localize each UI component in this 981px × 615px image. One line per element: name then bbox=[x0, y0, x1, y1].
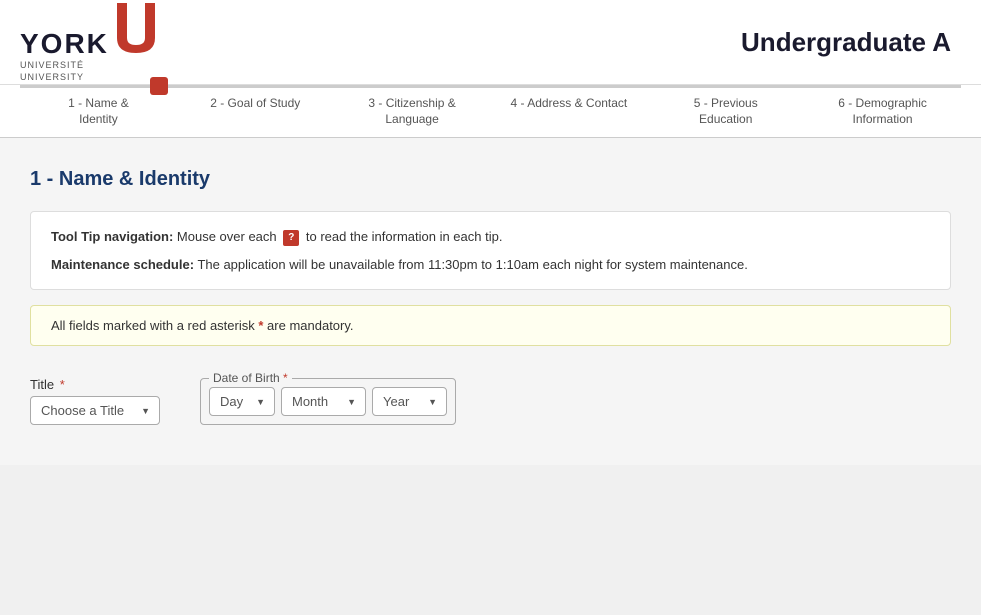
logo-sub2: UNIVERSITY bbox=[20, 72, 155, 82]
dob-day-wrapper[interactable]: Day bbox=[209, 387, 275, 416]
tooltip-nav-desc1: Mouse over each bbox=[177, 229, 280, 244]
logo-text: YORK bbox=[20, 28, 109, 59]
dob-month-select[interactable]: Month bbox=[281, 387, 366, 416]
mandatory-box: All fields marked with a red asterisk * … bbox=[30, 305, 951, 346]
dob-required-marker: * bbox=[280, 371, 288, 385]
dob-year-select[interactable]: Year bbox=[372, 387, 447, 416]
step-6-label: 6 - DemographicInformation bbox=[804, 96, 961, 127]
progress-step-5[interactable]: 5 - PreviousEducation bbox=[647, 96, 804, 127]
dob-legend: Date of Birth * bbox=[209, 371, 292, 385]
page-title: Undergraduate A bbox=[741, 27, 961, 58]
maintenance-label: Maintenance schedule: bbox=[51, 257, 194, 272]
tooltip-icon: ? bbox=[283, 230, 299, 246]
mandatory-asterisk: * bbox=[258, 318, 263, 333]
step-2-label: 2 - Goal of Study bbox=[177, 96, 334, 112]
dob-fieldset: Date of Birth * Day Month bbox=[200, 371, 456, 425]
title-form-group: Title * Choose a Title Mr. Mrs. Ms. Dr. … bbox=[30, 377, 160, 425]
info-box: Tool Tip navigation: Mouse over each ? t… bbox=[30, 211, 951, 290]
mandatory-text-before: All fields marked with a red asterisk bbox=[51, 318, 258, 333]
step-5-label: 5 - PreviousEducation bbox=[647, 96, 804, 127]
logo-area: YORK UNIVERSITÉ UNIVERSITY bbox=[20, 3, 155, 82]
step-3-label: 3 - Citizenship &Language bbox=[334, 96, 491, 127]
tooltip-nav-label: Tool Tip navigation: bbox=[51, 229, 173, 244]
maintenance-text: Maintenance schedule: The application wi… bbox=[51, 255, 930, 275]
dob-form-group: Date of Birth * Day Month bbox=[200, 371, 456, 425]
progress-step-6[interactable]: 6 - DemographicInformation bbox=[804, 96, 961, 127]
title-select-wrapper[interactable]: Choose a Title Mr. Mrs. Ms. Dr. Prof. bbox=[30, 396, 160, 425]
dob-day-select[interactable]: Day bbox=[209, 387, 275, 416]
progress-step-3[interactable]: 3 - Citizenship &Language bbox=[334, 96, 491, 127]
step-1-label: 1 - Name &Identity bbox=[20, 96, 177, 127]
progress-step-1[interactable]: 1 - Name &Identity bbox=[20, 96, 177, 127]
progress-nav: 1 - Name &Identity 2 - Goal of Study 3 -… bbox=[0, 85, 981, 138]
title-label: Title * bbox=[30, 377, 160, 392]
logo-sub1: UNIVERSITÉ bbox=[20, 60, 155, 70]
progress-step-2[interactable]: 2 - Goal of Study bbox=[177, 96, 334, 127]
form-row: Title * Choose a Title Mr. Mrs. Ms. Dr. … bbox=[30, 371, 951, 425]
progress-step-4[interactable]: 4 - Address & Contact bbox=[490, 96, 647, 127]
progress-dot-active bbox=[150, 77, 168, 95]
dob-selects: Day Month Year bbox=[209, 387, 447, 416]
tooltip-nav-desc2: to read the information in each tip. bbox=[306, 229, 503, 244]
progress-line bbox=[20, 85, 961, 88]
main-content: 1 - Name & Identity Tool Tip navigation:… bbox=[0, 138, 981, 465]
mandatory-text-after: are mandatory. bbox=[267, 318, 353, 333]
dob-month-wrapper[interactable]: Month bbox=[281, 387, 366, 416]
title-required-marker: * bbox=[56, 377, 65, 392]
header: YORK UNIVERSITÉ UNIVERSITY Undergraduate… bbox=[0, 0, 981, 85]
logo: YORK UNIVERSITÉ UNIVERSITY bbox=[20, 3, 155, 82]
maintenance-desc: The application will be unavailable from… bbox=[197, 257, 747, 272]
logo-icon bbox=[117, 3, 155, 53]
section-title: 1 - Name & Identity bbox=[30, 158, 951, 191]
progress-steps: 1 - Name &Identity 2 - Goal of Study 3 -… bbox=[20, 88, 961, 137]
tooltip-nav-text: Tool Tip navigation: Mouse over each ? t… bbox=[51, 227, 930, 247]
step-4-label: 4 - Address & Contact bbox=[490, 96, 647, 112]
dob-year-wrapper[interactable]: Year bbox=[372, 387, 447, 416]
title-select[interactable]: Choose a Title Mr. Mrs. Ms. Dr. Prof. bbox=[30, 396, 160, 425]
